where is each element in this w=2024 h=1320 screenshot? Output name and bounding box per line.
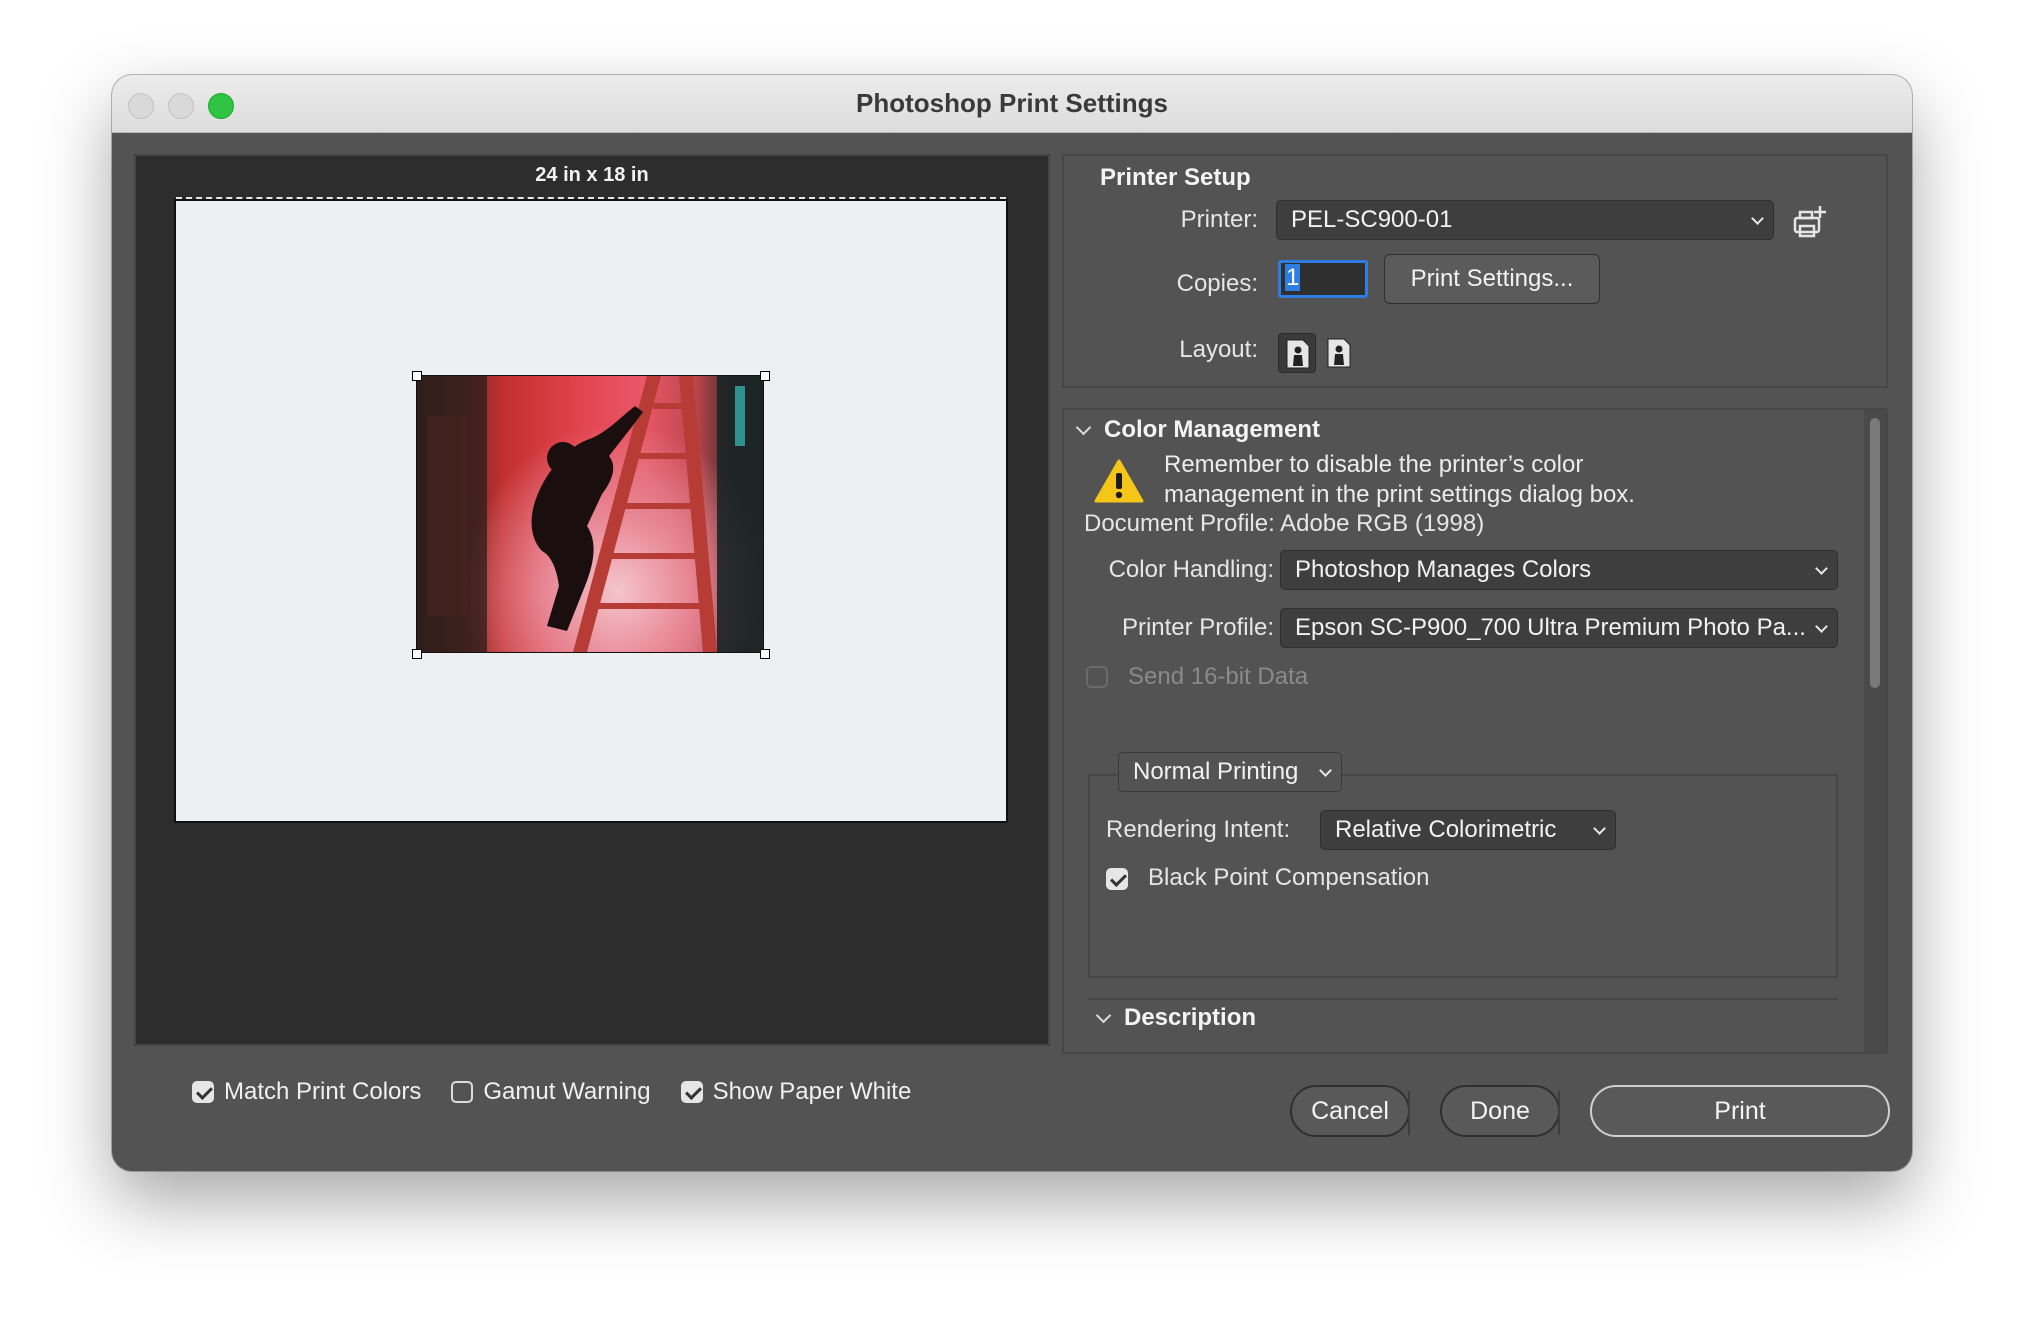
show-paper-white-label: Show Paper White: [712, 1078, 912, 1105]
collapse-description-icon[interactable]: [1098, 1010, 1108, 1020]
section-divider: [1088, 998, 1838, 1000]
warning-message: Remember to disable the printer’s color …: [1164, 451, 1635, 508]
resize-handle-top-right[interactable]: [760, 371, 770, 381]
chevron-down-icon: [1817, 622, 1827, 632]
match-print-colors-label: Match Print Colors: [224, 1078, 422, 1105]
photo-content: [417, 376, 763, 652]
printer-setup-title: Printer Setup: [1100, 164, 1251, 191]
printable-area-edge: [176, 197, 1006, 199]
color-handling-select[interactable]: Photoshop Manages Colors: [1280, 550, 1838, 590]
color-handling-label: Color Handling:: [1108, 556, 1274, 583]
copies-label: Copies:: [1176, 270, 1258, 297]
match-print-colors-checkbox[interactable]: [192, 1081, 214, 1103]
color-handling-value: Photoshop Manages Colors: [1295, 556, 1592, 583]
gamut-warning-label: Gamut Warning: [483, 1078, 651, 1105]
printing-mode-select[interactable]: Normal Printing: [1118, 752, 1342, 792]
description-title[interactable]: Description: [1124, 1004, 1256, 1032]
printer-profile-select[interactable]: Epson SC-P900_700 Ultra Premium Photo Pa…: [1280, 608, 1838, 648]
send-16bit-checkbox[interactable]: [1086, 666, 1108, 688]
color-management-panel: Color Management Remember to disable the…: [1062, 408, 1888, 1054]
layout-landscape-button[interactable]: [1322, 333, 1360, 373]
print-settings-button[interactable]: Print Settings...: [1384, 254, 1600, 304]
black-point-compensation-checkbox[interactable]: [1106, 868, 1128, 890]
printer-select[interactable]: PEL-SC900-01: [1276, 200, 1774, 240]
print-button[interactable]: Print: [1590, 1085, 1890, 1137]
rendering-intent-value: Relative Colorimetric: [1335, 816, 1557, 843]
image-preview[interactable]: [416, 375, 764, 653]
chevron-down-icon: [1321, 766, 1331, 776]
resize-handle-bottom-left[interactable]: [412, 649, 422, 659]
landscape-orientation-icon: [1327, 338, 1351, 368]
color-management-title[interactable]: Color Management: [1104, 416, 1320, 444]
paper-preview: [174, 197, 1008, 823]
chevron-down-icon: [1595, 824, 1605, 834]
warning-icon: [1094, 459, 1144, 503]
cancel-button[interactable]: Cancel: [1290, 1085, 1410, 1137]
black-point-compensation-label: Black Point Compensation: [1148, 864, 1430, 891]
printing-mode-value: Normal Printing: [1133, 758, 1299, 785]
printer-label: Printer:: [1180, 206, 1258, 233]
paper-size-label: 24 in x 18 in: [535, 164, 649, 186]
resize-handle-bottom-right[interactable]: [760, 649, 770, 659]
print-preview: 24 in x 18 in: [134, 154, 1050, 1046]
resize-handle-top-left[interactable]: [412, 371, 422, 381]
printer-profile-value: Epson SC-P900_700 Ultra Premium Photo Pa…: [1295, 614, 1806, 641]
send-16bit-label: Send 16-bit Data: [1128, 663, 1309, 690]
copies-value: 1: [1285, 264, 1301, 291]
print-settings-window: Photoshop Print Settings 24 in x 18 in M…: [112, 75, 1912, 1171]
printer-setup-panel: Printer Setup Printer: PEL-SC900-01 Copi…: [1062, 154, 1888, 388]
button-separator: [1408, 1091, 1410, 1135]
scrollbar[interactable]: [1864, 410, 1886, 1052]
printer-profile-label: Printer Profile:: [1121, 614, 1274, 641]
preview-options: Match Print Colors Gamut Warning Show Pa…: [192, 1075, 941, 1109]
show-paper-white-checkbox[interactable]: [680, 1081, 703, 1103]
portrait-orientation-icon: [1286, 339, 1310, 369]
rendering-intent-select[interactable]: Relative Colorimetric: [1320, 810, 1616, 850]
done-button[interactable]: Done: [1440, 1085, 1560, 1137]
document-profile: Document Profile: Adobe RGB (1998): [1084, 510, 1485, 537]
chevron-down-icon: [1817, 564, 1827, 574]
button-separator: [1558, 1091, 1560, 1135]
title-bar: Photoshop Print Settings: [112, 75, 1912, 133]
copies-input[interactable]: 1: [1278, 260, 1368, 298]
printer-value: PEL-SC900-01: [1291, 206, 1453, 233]
gamut-warning-checkbox[interactable]: [451, 1081, 474, 1103]
layout-portrait-button[interactable]: [1278, 333, 1316, 373]
layout-label: Layout:: [1179, 336, 1258, 363]
rendering-intent-label: Rendering Intent:: [1106, 816, 1291, 843]
scrollbar-thumb[interactable]: [1870, 418, 1880, 688]
add-printer-icon[interactable]: [1792, 204, 1828, 240]
window-title: Photoshop Print Settings: [856, 88, 1168, 118]
chevron-down-icon: [1753, 214, 1763, 224]
collapse-color-management-icon[interactable]: [1078, 422, 1088, 432]
